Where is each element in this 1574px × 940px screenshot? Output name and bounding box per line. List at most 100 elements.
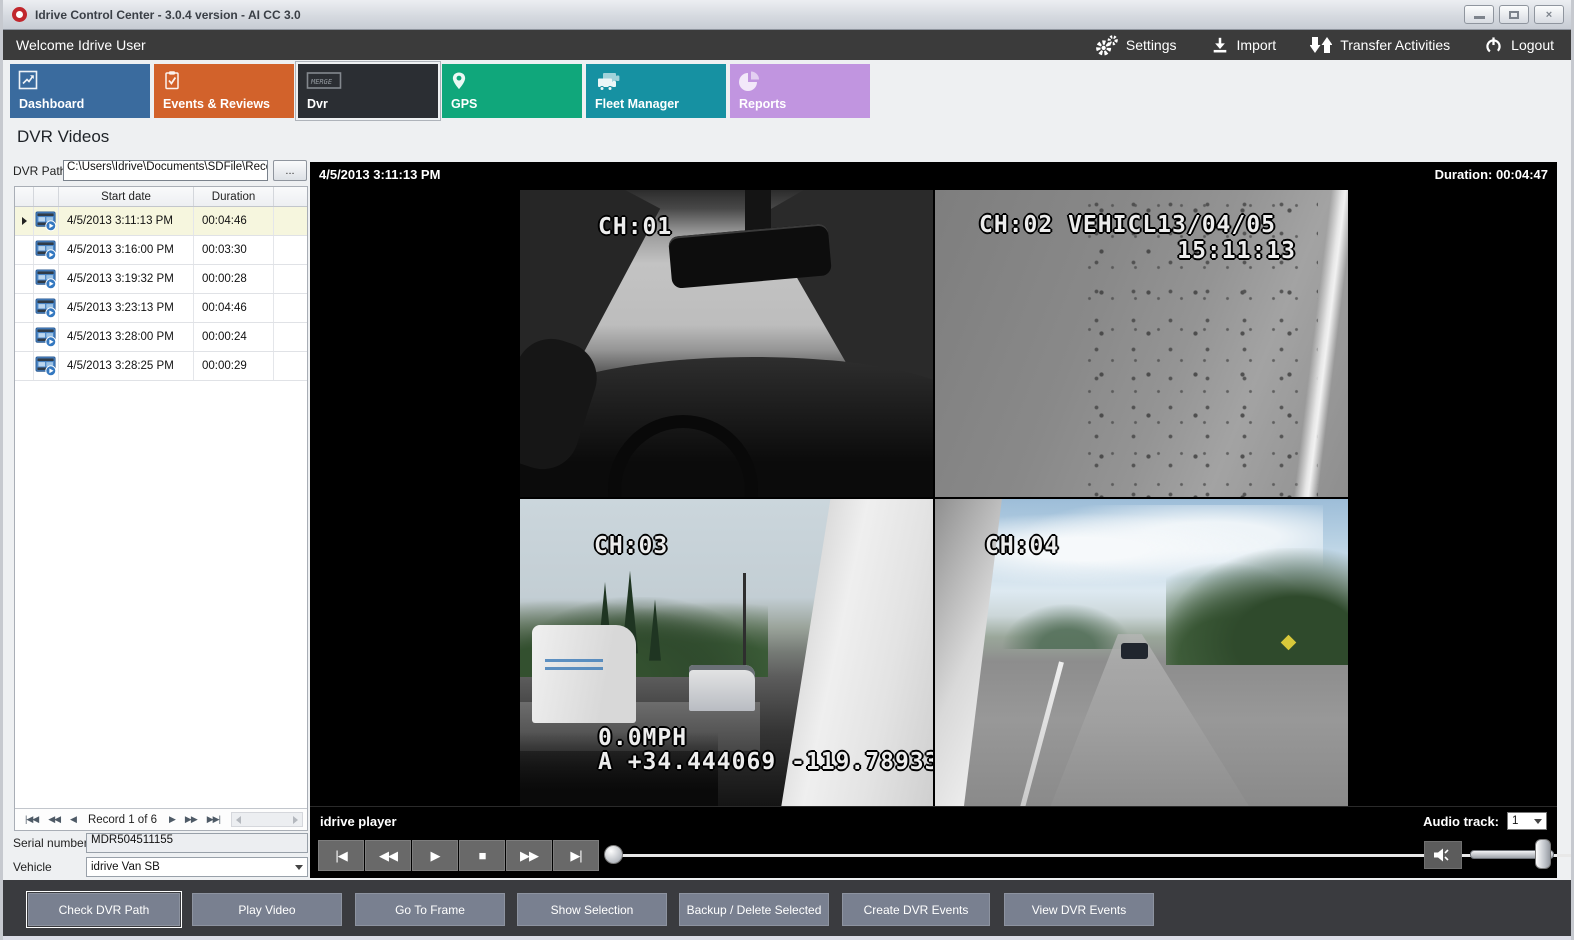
play-button[interactable]: ▶ xyxy=(412,840,458,871)
prev-record-button[interactable]: ◀ xyxy=(65,814,81,825)
tab-label: Events & Reviews xyxy=(163,97,270,111)
next-record-button[interactable]: ▶ xyxy=(164,814,180,825)
player-title-bar: idrive player Audio track: 1 xyxy=(310,806,1557,835)
chart-line-icon xyxy=(18,70,38,90)
osd-channel-label: CH:04 xyxy=(985,533,1059,559)
maximize-icon xyxy=(1509,11,1519,19)
grid-header-duration[interactable]: Duration xyxy=(194,187,274,206)
grid-header-marker xyxy=(15,187,34,206)
cell-start-date: 4/5/2013 3:28:00 PM xyxy=(59,323,194,351)
dvr-path-input[interactable]: C:\Users\Idrive\Documents\SDFile\Record xyxy=(63,160,268,181)
tab-label: Dashboard xyxy=(19,97,84,111)
table-row[interactable]: 4/5/2013 3:16:00 PM 00:03:30 xyxy=(15,236,307,265)
grid-header-spacer xyxy=(274,187,307,206)
browse-button[interactable]: ... xyxy=(273,160,307,181)
stop-button[interactable]: ■ xyxy=(459,840,505,871)
transfer-activities-button[interactable]: Transfer Activities xyxy=(1310,35,1450,55)
minimize-button[interactable] xyxy=(1464,5,1494,24)
oncoming-car xyxy=(1121,643,1148,659)
svg-text:MERGE: MERGE xyxy=(310,78,333,86)
settings-label: Settings xyxy=(1126,37,1177,53)
tab-events-reviews[interactable]: Events & Reviews xyxy=(154,64,294,118)
camera-channel-1: CH:01 xyxy=(520,190,933,497)
osd-time: 15:11:13 xyxy=(1177,238,1296,264)
seek-thumb[interactable] xyxy=(604,845,623,864)
parked-van xyxy=(532,625,635,723)
tab-reports[interactable]: Reports xyxy=(730,64,870,118)
mute-button[interactable] xyxy=(1424,841,1462,869)
playback-timestamp: 4/5/2013 3:11:13 PM xyxy=(319,167,440,182)
video-file-icon xyxy=(34,265,59,293)
tab-label: Fleet Manager xyxy=(595,97,679,111)
osd-date: 13/04/05 xyxy=(1157,212,1276,238)
go-to-frame-button[interactable]: Go To Frame xyxy=(355,893,505,926)
last-record-button[interactable]: ▶▶| xyxy=(202,814,225,825)
video-file-icon xyxy=(34,236,59,264)
chevron-down-icon xyxy=(295,865,303,870)
audio-track-label: Audio track: xyxy=(1423,814,1499,829)
cell-start-date: 4/5/2013 3:11:13 PM xyxy=(59,207,194,235)
rewind-button[interactable]: ◀◀ xyxy=(365,840,411,871)
tab-fleet-manager[interactable]: Fleet Manager xyxy=(586,64,726,118)
play-video-button[interactable]: Play Video xyxy=(192,893,342,926)
cell-duration: 00:00:24 xyxy=(194,323,274,351)
serial-number-field[interactable]: MDR504511155 xyxy=(86,833,308,853)
camera-channel-2: CH:02 VEHICL13/04/05 15:11:13 xyxy=(935,190,1348,497)
window-bottom-edge xyxy=(0,936,1574,940)
table-row[interactable]: 4/5/2013 3:23:13 PM 00:04:46 xyxy=(15,294,307,323)
cell-start-date: 4/5/2013 3:19:32 PM xyxy=(59,265,194,293)
grid-header: Start date Duration xyxy=(15,187,307,207)
nav-tabs: Dashboard Events & Reviews MERGE Dvr GPS xyxy=(10,64,870,118)
osd-channel-label: CH:01 xyxy=(598,214,672,240)
view-dvr-events-button[interactable]: View DVR Events xyxy=(1004,893,1154,926)
settings-button[interactable]: Settings xyxy=(1095,35,1177,56)
grid-horizontal-scrollbar[interactable] xyxy=(231,812,303,827)
skip-start-button[interactable]: |◀ xyxy=(318,840,364,871)
grid-header-icon xyxy=(34,187,59,206)
map-pin-icon xyxy=(450,70,468,92)
row-marker xyxy=(15,207,34,235)
camera-channel-3: CH:03 0.0MPH A +34.444069 -119.789337 xyxy=(520,499,933,806)
grid-header-start-date[interactable]: Start date xyxy=(59,187,194,206)
prev-page-button[interactable]: ◀◀ xyxy=(43,814,65,825)
tab-label: GPS xyxy=(451,97,477,111)
tab-dvr[interactable]: MERGE Dvr xyxy=(298,64,438,118)
skip-end-button[interactable]: ▶| xyxy=(553,840,599,871)
speaker-icon xyxy=(1432,846,1454,864)
cell-duration: 00:00:29 xyxy=(194,352,274,380)
volume-thumb[interactable] xyxy=(1535,839,1551,869)
next-page-button[interactable]: ▶▶ xyxy=(180,814,202,825)
maximize-button[interactable] xyxy=(1499,5,1529,24)
create-dvr-events-button[interactable]: Create DVR Events xyxy=(842,893,990,926)
table-row[interactable]: 4/5/2013 3:28:25 PM 00:00:29 xyxy=(15,352,307,381)
import-button[interactable]: Import xyxy=(1211,36,1277,54)
osd-speed: 0.0MPH xyxy=(598,725,687,751)
title-bar: Idrive Control Center - 3.0.4 version - … xyxy=(0,0,1574,30)
table-row[interactable]: 4/5/2013 3:19:32 PM 00:00:28 xyxy=(15,265,307,294)
footer-bar: Check DVR Path Play Video Go To Frame Sh… xyxy=(0,880,1574,936)
window-left-edge xyxy=(0,0,3,940)
tab-gps[interactable]: GPS xyxy=(442,64,582,118)
transfer-activities-label: Transfer Activities xyxy=(1340,37,1450,53)
header-bar: Welcome Idrive User Settings Import xyxy=(0,30,1574,60)
fast-forward-button[interactable]: ▶▶ xyxy=(506,840,552,871)
player-top-bar: 4/5/2013 3:11:13 PM Duration: 00:04:47 xyxy=(310,162,1557,187)
gear-icon xyxy=(1095,35,1118,56)
tab-dashboard[interactable]: Dashboard xyxy=(10,64,150,118)
logout-button[interactable]: Logout xyxy=(1484,36,1554,55)
table-row[interactable]: 4/5/2013 3:11:13 PM 00:04:46 xyxy=(15,207,307,236)
table-row[interactable]: 4/5/2013 3:28:00 PM 00:00:24 xyxy=(15,323,307,352)
audio-track-dropdown[interactable]: 1 xyxy=(1507,812,1547,830)
check-dvr-path-button[interactable]: Check DVR Path xyxy=(28,893,180,926)
record-navigator: |◀◀ ◀◀ ◀ Record 1 of 6 ▶ ▶▶ ▶▶| xyxy=(15,808,307,830)
logout-label: Logout xyxy=(1511,37,1554,53)
player-title: idrive player xyxy=(320,814,397,829)
first-record-button[interactable]: |◀◀ xyxy=(20,814,43,825)
backup-delete-selected-button[interactable]: Backup / Delete Selected xyxy=(679,893,829,926)
pie-chart-icon xyxy=(738,70,760,92)
close-button[interactable]: × xyxy=(1534,5,1564,24)
video-file-icon xyxy=(34,323,59,351)
vehicle-dropdown[interactable]: idrive Van SB xyxy=(86,857,308,877)
recordings-grid: Start date Duration 4/5/2013 3:11:13 PM … xyxy=(14,186,308,831)
show-selection-button[interactable]: Show Selection xyxy=(517,893,667,926)
